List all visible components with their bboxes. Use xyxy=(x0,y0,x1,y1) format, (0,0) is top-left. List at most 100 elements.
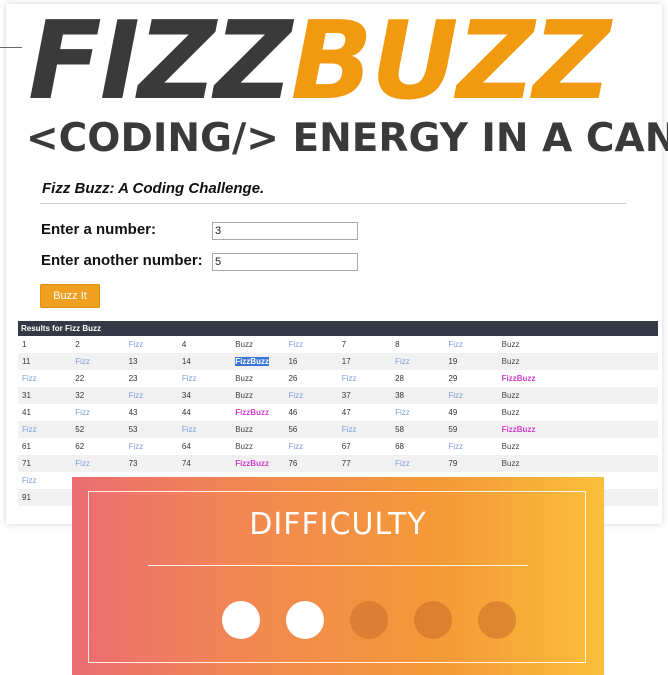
table-cell: 91 xyxy=(22,493,31,502)
table-cell: FizzBuzz xyxy=(235,459,269,468)
difficulty-dot xyxy=(286,601,324,639)
table-cell: Fizz xyxy=(341,425,357,434)
table-cell: Fizz xyxy=(288,391,304,400)
table-cell: 38 xyxy=(395,391,404,400)
tagline: <CODING/> ENERGY IN A CAN xyxy=(26,116,668,161)
selected-text: FizzBuzz xyxy=(235,357,269,366)
first-number-input[interactable] xyxy=(212,222,358,240)
table-cell: Fizz xyxy=(288,442,304,451)
difficulty-dot xyxy=(478,601,516,639)
table-cell: 71 xyxy=(22,459,31,468)
table-cell: 26 xyxy=(288,374,298,383)
table-cell: 37 xyxy=(341,391,351,400)
table-cell: 1 xyxy=(22,340,27,349)
table-cell: 17 xyxy=(341,357,351,366)
table-cell: Fizz xyxy=(448,340,464,349)
table-cell: Fizz xyxy=(22,476,37,485)
table-cell: Fizz xyxy=(181,425,197,434)
table-cell: Fizz xyxy=(181,374,197,383)
table-cell: 4 xyxy=(181,340,187,349)
table-cell: Fizz xyxy=(75,408,90,417)
table-cell: Buzz xyxy=(235,425,253,434)
table-row: 1 2 Fizz 4 Buzz Fizz 7 8 Fizz Buzz xyxy=(18,336,658,353)
table-cell: 23 xyxy=(128,374,138,383)
table-cell: Fizz xyxy=(395,357,410,366)
table-cell: Fizz xyxy=(75,357,90,366)
table-cell: 53 xyxy=(128,425,138,434)
table-cell: 64 xyxy=(181,442,191,451)
table-cell: 22 xyxy=(75,374,85,383)
table-cell: 77 xyxy=(341,459,351,468)
table-cell: 67 xyxy=(341,442,351,451)
table-cell: 8 xyxy=(395,340,400,349)
table-cell: Buzz xyxy=(501,408,520,417)
table-cell: 29 xyxy=(448,374,458,383)
table-cell: 76 xyxy=(288,459,298,468)
difficulty-dot xyxy=(222,601,260,639)
difficulty-card: DIFFICULTY xyxy=(72,477,604,675)
table-cell: Buzz xyxy=(235,442,253,451)
table-cell: Buzz xyxy=(501,459,520,468)
fizzbuzz-logo: FIZZBUZZ xyxy=(28,6,648,118)
table-cell: FizzBuzz xyxy=(501,374,536,383)
results-header: Results for Fizz Buzz xyxy=(18,321,658,336)
table-cell: Buzz xyxy=(501,391,520,400)
table-row: 31 32 Fizz 34 Buzz Fizz 37 38 Fizz Buzz xyxy=(18,387,658,404)
table-cell: 74 xyxy=(181,459,191,468)
table-cell: Fizz xyxy=(128,391,144,400)
table-cell: 62 xyxy=(75,442,85,451)
table-cell: 41 xyxy=(22,408,31,417)
table-cell: Buzz xyxy=(235,340,253,349)
table-cell: 16 xyxy=(288,357,298,366)
table-cell: FizzBuzz xyxy=(231,353,284,370)
table-cell: Fizz xyxy=(22,374,37,383)
table-cell: 47 xyxy=(341,408,351,417)
difficulty-title: DIFFICULTY xyxy=(249,507,427,542)
table-cell: Fizz xyxy=(288,340,304,349)
table-cell: 13 xyxy=(128,357,138,366)
challenge-title: Fizz Buzz: A Coding Challenge. xyxy=(42,180,265,197)
table-cell: 52 xyxy=(75,425,85,434)
table-cell: Buzz xyxy=(235,391,253,400)
logo-fizz: FIZZ xyxy=(28,0,293,124)
table-cell: 31 xyxy=(22,391,31,400)
table-cell: 46 xyxy=(288,408,298,417)
table-cell: 59 xyxy=(448,425,458,434)
divider xyxy=(0,47,22,48)
table-cell: 19 xyxy=(448,357,458,366)
table-cell: 58 xyxy=(395,425,404,434)
table-cell: Fizz xyxy=(395,459,410,468)
table-cell: 34 xyxy=(181,391,191,400)
table-cell: Fizz xyxy=(395,408,410,417)
table-cell: Buzz xyxy=(501,340,520,349)
table-cell: Fizz xyxy=(22,425,37,434)
difficulty-dot xyxy=(350,601,388,639)
second-number-input[interactable] xyxy=(212,253,358,271)
table-cell: 56 xyxy=(288,425,298,434)
title-divider xyxy=(40,203,626,204)
table-cell: Fizz xyxy=(128,442,144,451)
table-row: Fizz 52 53 Fizz Buzz 56 Fizz 58 59 FizzBuzz xyxy=(18,421,658,438)
table-row: Fizz 22 23 Fizz Buzz 26 Fizz 28 29 FizzBuzz xyxy=(18,370,658,387)
table-cell: 49 xyxy=(448,408,458,417)
table-cell: Fizz xyxy=(128,340,144,349)
table-cell: 11 xyxy=(22,357,31,366)
table-cell: Buzz xyxy=(501,442,520,451)
table-cell: 73 xyxy=(128,459,138,468)
buzz-it-button[interactable]: Buzz It xyxy=(40,284,100,308)
first-number-label: Enter a number: xyxy=(41,221,157,238)
table-cell: 68 xyxy=(395,442,404,451)
table-cell: 44 xyxy=(181,408,191,417)
second-number-label: Enter another number: xyxy=(41,252,203,269)
difficulty-divider xyxy=(148,565,528,566)
table-cell: 14 xyxy=(181,357,191,366)
table-cell: 2 xyxy=(75,340,80,349)
table-cell: Buzz xyxy=(235,374,253,383)
table-cell: Fizz xyxy=(448,391,464,400)
table-cell: Fizz xyxy=(448,442,464,451)
difficulty-dot xyxy=(414,601,452,639)
logo-buzz: BUZZ xyxy=(290,0,612,124)
table-cell: 7 xyxy=(341,340,347,349)
table-row: 41 Fizz 43 44 FizzBuzz 46 47 Fizz 49 Buzz xyxy=(18,404,658,421)
table-cell: 79 xyxy=(448,459,458,468)
